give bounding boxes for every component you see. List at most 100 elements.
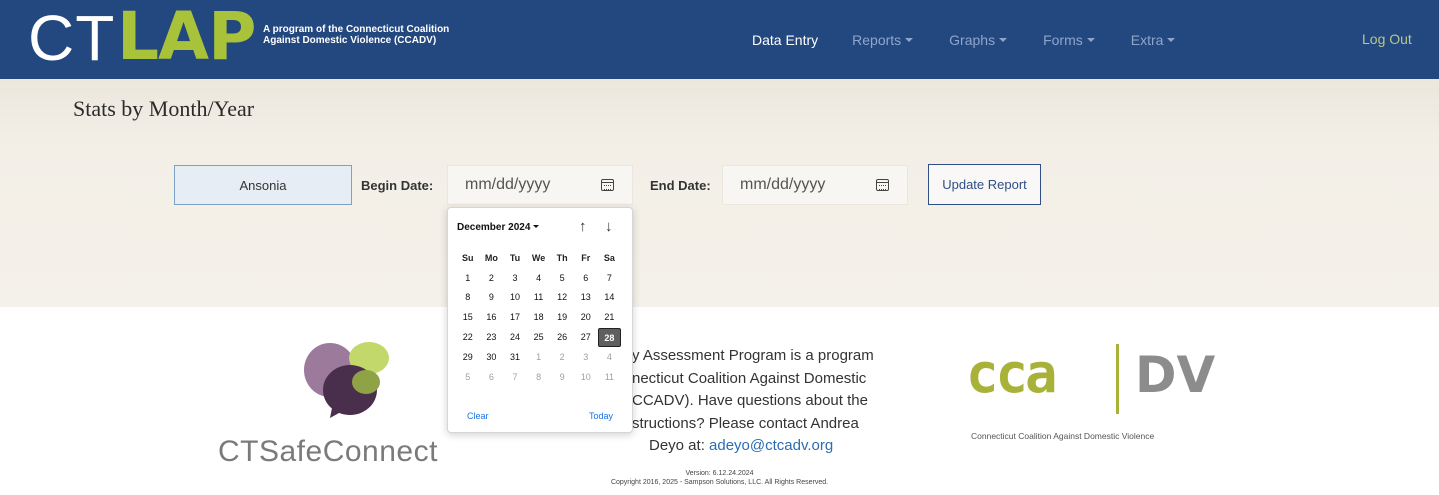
footer-text-line: structions? Please contact Andrea xyxy=(632,414,859,432)
day-cell[interactable]: 9 xyxy=(480,292,504,302)
logo-divider xyxy=(1116,344,1119,414)
week-row: 29 30 31 1 2 3 4 xyxy=(456,347,630,367)
weekday-header-row: Su Mo Tu We Th Fr Sa xyxy=(456,248,630,268)
day-cell[interactable]: 19 xyxy=(550,312,574,322)
nav-graphs[interactable]: Graphs xyxy=(949,32,1008,48)
footer-text-contact: Deyo at: adeyo@ctcadv.org xyxy=(632,435,907,458)
day-cell[interactable]: 14 xyxy=(598,292,622,302)
today-button[interactable]: Today xyxy=(589,411,613,421)
logo-lap-text: LAP xyxy=(117,0,257,75)
weekday-label: Fr xyxy=(581,252,591,263)
caret-down-icon xyxy=(1086,38,1095,42)
day-cell[interactable]: 24 xyxy=(503,332,527,342)
weekday-label: We xyxy=(531,252,546,263)
day-cell-other-month[interactable]: 2 xyxy=(550,352,574,362)
day-cell[interactable]: 25 xyxy=(527,332,551,342)
end-date-input[interactable]: mm/dd/yyyy xyxy=(722,165,908,205)
copyright-text: Copyright 2016, 2025 - Sampson Solutions… xyxy=(610,479,829,486)
day-cell[interactable]: 27 xyxy=(574,332,598,342)
day-cell[interactable]: 2 xyxy=(480,273,504,283)
weekday-label: Su xyxy=(462,252,474,263)
weekday-label: Sa xyxy=(603,252,615,263)
nav-forms[interactable]: Forms xyxy=(1043,32,1095,48)
day-cell-other-month[interactable]: 4 xyxy=(598,352,622,362)
day-cell[interactable]: 10 xyxy=(503,292,527,302)
day-cell[interactable]: 1 xyxy=(456,273,480,283)
day-cell[interactable]: 22 xyxy=(456,332,480,342)
nav-forms-label: Forms xyxy=(1043,32,1083,48)
day-cell-other-month[interactable]: 8 xyxy=(527,372,551,382)
footer-text-line: y Assessment Program is a program xyxy=(632,347,874,364)
begin-date-input[interactable]: mm/dd/yyyy xyxy=(447,165,633,205)
day-cell[interactable]: 18 xyxy=(527,312,551,322)
report-banner: Stats by Month/Year Ansonia Begin Date: … xyxy=(0,79,1439,307)
week-row: 22 23 24 25 26 27 28 xyxy=(456,327,630,347)
weekday-label: Mo xyxy=(484,252,498,263)
datepicker-popup: December 2024 ↑ ↓ Su Mo Tu We Th Fr Sa 1 2 3 4 5 6 7 8… xyxy=(447,207,633,433)
day-cell[interactable]: 31 xyxy=(503,352,527,362)
day-cell[interactable]: 26 xyxy=(550,332,574,342)
day-cell[interactable]: 6 xyxy=(574,273,598,283)
day-cell-other-month[interactable]: 3 xyxy=(574,352,598,362)
day-cell-other-month[interactable]: 11 xyxy=(598,372,622,382)
month-year-label: December 2024 xyxy=(457,222,531,233)
end-date-label: End Date: xyxy=(650,178,711,193)
day-cell-other-month[interactable]: 10 xyxy=(574,372,598,382)
tagline-line-2: Against Domestic Violence (CCADV) xyxy=(263,35,437,46)
day-cell[interactable]: 29 xyxy=(456,352,480,362)
nav-data-entry[interactable]: Data Entry xyxy=(735,32,818,48)
nav-reports[interactable]: Reports xyxy=(852,32,914,48)
nav-extra-label: Extra xyxy=(1130,32,1164,48)
cca-logo-text: cca xyxy=(966,342,1058,405)
version-text: Version: 6.12.24.2024 xyxy=(685,470,754,477)
nav-reports-label: Reports xyxy=(852,32,902,48)
calendar-icon[interactable] xyxy=(601,179,614,191)
weekday-label: Tu xyxy=(509,252,521,263)
day-cell[interactable]: 16 xyxy=(480,312,504,322)
arrow-up-icon[interactable]: ↑ xyxy=(579,218,587,235)
day-cell-other-month[interactable]: 7 xyxy=(503,372,527,382)
page-title: Stats by Month/Year xyxy=(73,96,255,121)
day-cell[interactable]: 15 xyxy=(456,312,480,322)
main-nav: Data Entry Reports Graphs Forms Extra xyxy=(735,20,1211,60)
day-cell[interactable]: 13 xyxy=(574,292,598,302)
day-cell[interactable]: 4 xyxy=(527,273,551,283)
day-cell[interactable]: 23 xyxy=(480,332,504,342)
logout-link[interactable]: Log Out xyxy=(1362,31,1412,47)
day-cell[interactable]: 30 xyxy=(480,352,504,362)
logo-ct-text: CT xyxy=(28,2,116,74)
nav-extra[interactable]: Extra xyxy=(1131,32,1176,48)
caret-down-icon xyxy=(999,38,1008,42)
week-row: 8 9 10 11 12 13 14 xyxy=(456,288,630,308)
end-date-placeholder: mm/dd/yyyy xyxy=(740,176,826,193)
clear-button[interactable]: Clear xyxy=(467,411,489,421)
week-row: 15 16 17 18 19 20 21 xyxy=(456,307,630,327)
day-cell[interactable]: 20 xyxy=(574,312,598,322)
day-cell[interactable]: 11 xyxy=(527,292,551,302)
footer-text-line: necticut Coalition Against Domestic xyxy=(632,369,867,387)
day-cell[interactable]: 8 xyxy=(456,292,480,302)
day-cell[interactable]: 21 xyxy=(598,312,622,322)
day-cell[interactable]: 7 xyxy=(598,273,622,283)
day-cell[interactable]: 5 xyxy=(550,273,574,283)
day-cell-other-month[interactable]: 5 xyxy=(456,372,480,382)
week-row: 1234567 xyxy=(456,268,630,288)
arrow-down-icon[interactable]: ↓ xyxy=(605,218,613,235)
update-report-button[interactable]: Update Report xyxy=(928,164,1041,205)
day-cell-other-month[interactable]: 1 xyxy=(527,352,551,362)
day-cell[interactable]: 12 xyxy=(550,292,574,302)
week-row: 5 6 7 8 9 10 11 xyxy=(456,367,630,387)
day-cell-other-month[interactable]: 9 xyxy=(550,372,574,382)
month-year-selector[interactable]: December 2024 xyxy=(457,222,540,233)
day-cell-other-month[interactable]: 6 xyxy=(480,372,504,382)
contact-email-link[interactable]: adeyo@ctcadv.org xyxy=(709,437,833,454)
day-cell[interactable]: 17 xyxy=(503,312,527,322)
caret-down-icon xyxy=(533,225,540,228)
footer-description: y Assessment Program is a program nectic… xyxy=(632,345,907,458)
site-selector[interactable]: Ansonia xyxy=(174,165,352,205)
day-cell[interactable]: 3 xyxy=(503,273,527,283)
begin-date-placeholder: mm/dd/yyyy xyxy=(465,176,551,193)
day-cell-selected[interactable]: 28 xyxy=(597,327,622,347)
calendar-icon[interactable] xyxy=(876,179,889,191)
calendar-grid: Su Mo Tu We Th Fr Sa 1 2 3 4 5 6 7 8 9 10 11 12 13 14 15 16 17 1… xyxy=(456,248,630,387)
